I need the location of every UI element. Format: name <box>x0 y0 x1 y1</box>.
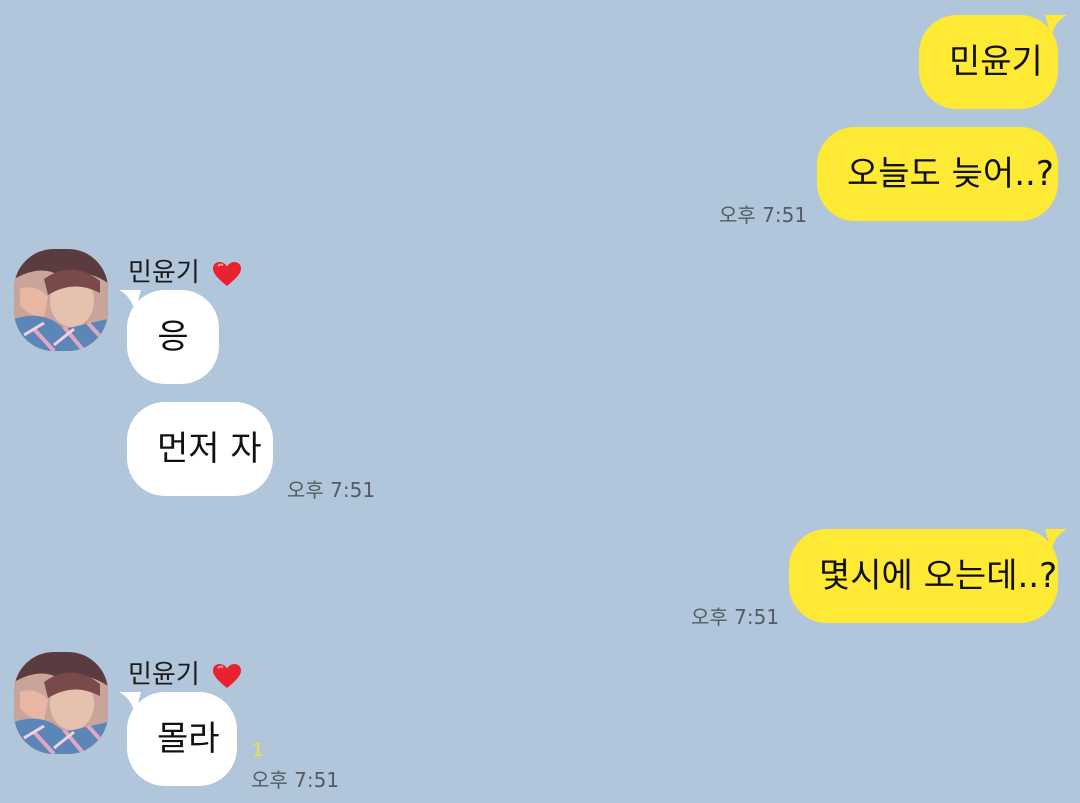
sender-name: 민윤기 <box>128 654 242 691</box>
message-bubble-received[interactable]: 먼저 자 <box>127 402 273 496</box>
unread-count: 1 <box>252 740 264 761</box>
message-timestamp: 오후 7:51 <box>691 605 780 629</box>
message-bubble-sent[interactable]: 민윤기 <box>919 15 1058 109</box>
message-bubble-received[interactable]: 몰라 <box>127 692 237 786</box>
message-bubble-sent[interactable]: 오늘도 늦어..? <box>817 127 1058 221</box>
bubble-tail <box>1045 529 1067 551</box>
bubble-tail <box>1045 15 1067 37</box>
message-timestamp: 오후 7:51 <box>251 768 340 792</box>
sender-name: 민윤기 <box>128 252 242 289</box>
bubble-tail <box>119 290 141 312</box>
chat-room[interactable]: 민윤기 오늘도 늦어..? 오후 7:51 민윤기 응 먼저 자 오후 7:51 <box>0 0 1080 803</box>
profile-avatar[interactable] <box>14 652 108 754</box>
heart-icon <box>213 261 242 286</box>
sender-name-text: 민윤기 <box>128 660 200 690</box>
heart-icon <box>213 663 242 688</box>
message-timestamp: 오후 7:51 <box>287 478 376 502</box>
bubble-tail <box>119 692 141 714</box>
sender-name-text: 민윤기 <box>128 258 200 288</box>
message-bubble-sent[interactable]: 몇시에 오는데..? <box>789 529 1058 623</box>
profile-avatar[interactable] <box>14 249 108 351</box>
message-timestamp: 오후 7:51 <box>719 203 808 227</box>
